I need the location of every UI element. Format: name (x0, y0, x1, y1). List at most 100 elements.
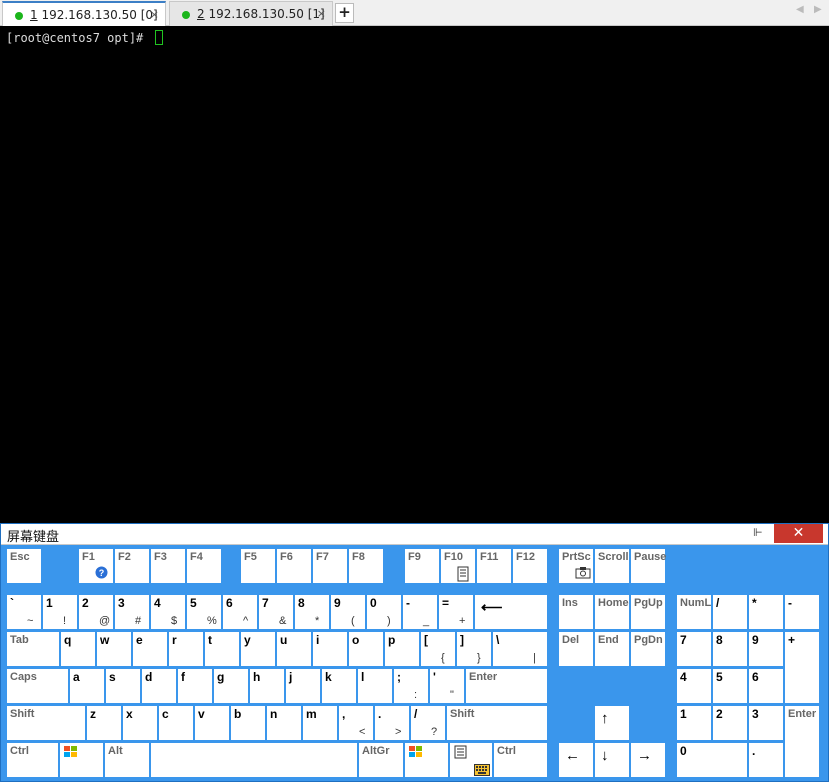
key-f9[interactable]: F9 (405, 549, 439, 583)
key-rwin[interactable] (405, 743, 448, 777)
key-rbracket[interactable]: ]} (457, 632, 491, 666)
key-lwin[interactable] (60, 743, 103, 777)
key-f1[interactable]: F1? (79, 549, 113, 583)
key-backtick[interactable]: ` ~ (7, 595, 41, 629)
key-r[interactable]: r (169, 632, 203, 666)
key-backslash[interactable]: \ | (493, 632, 547, 666)
key-up[interactable]: ↑ (595, 706, 629, 740)
key-i[interactable]: i (313, 632, 347, 666)
terminal-area[interactable]: [root@centos7 opt]# (0, 26, 829, 523)
key-comma[interactable]: , < (339, 706, 373, 740)
key-num3[interactable]: 3 (749, 706, 783, 740)
key-lshift[interactable]: Shift (7, 706, 85, 740)
scroll-left-icon[interactable]: ◀ (796, 4, 804, 15)
key-u[interactable]: u (277, 632, 311, 666)
key-j[interactable]: j (286, 669, 320, 703)
key-t[interactable]: t (205, 632, 239, 666)
tab-session-1[interactable]: 1 192.168.130.50 [0] × (2, 1, 166, 26)
key-numenter[interactable]: Enter (785, 706, 819, 777)
key-lbracket[interactable]: [{ (421, 632, 455, 666)
key-pgdn[interactable]: PgDn (631, 632, 665, 666)
key-d[interactable]: d (142, 669, 176, 703)
key-m[interactable]: m (303, 706, 337, 740)
key-minus[interactable]: - _ (403, 595, 437, 629)
key-s[interactable]: s (106, 669, 140, 703)
new-tab-button[interactable]: + (335, 3, 354, 23)
key-num6[interactable]: 6 (749, 669, 783, 703)
key-w[interactable]: w (97, 632, 131, 666)
key-num4[interactable]: 4 (677, 669, 711, 703)
key-q[interactable]: q (61, 632, 95, 666)
key-v[interactable]: v (195, 706, 229, 740)
scroll-right-icon[interactable]: ▶ (814, 4, 822, 15)
key-del[interactable]: Del (559, 632, 593, 666)
close-icon[interactable]: × (317, 2, 326, 26)
key-z[interactable]: z (87, 706, 121, 740)
key-k4[interactable]: 4 $ (151, 595, 185, 629)
key-k1[interactable]: 1! (43, 595, 77, 629)
key-num5[interactable]: 5 (713, 669, 747, 703)
key-backspace[interactable]: ⟵ (475, 595, 547, 629)
osk-title-bar[interactable]: 屏幕键盘 ⊩ ✕ (1, 524, 828, 545)
pin-icon[interactable]: ⊩ (753, 526, 763, 539)
key-a[interactable]: a (70, 669, 104, 703)
key-f10[interactable]: F10 (441, 549, 475, 583)
key-period[interactable]: . > (375, 706, 409, 740)
key-slash[interactable]: /? (411, 706, 445, 740)
key-scroll[interactable]: Scroll (595, 549, 629, 583)
key-x[interactable]: x (123, 706, 157, 740)
key-space[interactable] (151, 743, 357, 777)
key-k7[interactable]: 7 & (259, 595, 293, 629)
key-e[interactable]: e (133, 632, 167, 666)
key-f5[interactable]: F5 (241, 549, 275, 583)
key-enter[interactable]: Enter (466, 669, 547, 703)
key-lctrl[interactable]: Ctrl (7, 743, 58, 777)
key-left[interactable]: ← (559, 743, 593, 777)
key-lalt[interactable]: Alt (105, 743, 149, 777)
key-h[interactable]: h (250, 669, 284, 703)
key-tab[interactable]: Tab (7, 632, 59, 666)
key-f2[interactable]: F2 (115, 549, 149, 583)
key-num9[interactable]: 9 (749, 632, 783, 666)
key-f4[interactable]: F4 (187, 549, 221, 583)
key-k5[interactable]: 5% (187, 595, 221, 629)
key-k[interactable]: k (322, 669, 356, 703)
key-rshift[interactable]: Shift (447, 706, 547, 740)
key-rctrl[interactable]: Ctrl (494, 743, 547, 777)
key-c[interactable]: c (159, 706, 193, 740)
key-num8[interactable]: 8 (713, 632, 747, 666)
key-f8[interactable]: F8 (349, 549, 383, 583)
key-k0[interactable]: 0) (367, 595, 401, 629)
key-y[interactable]: y (241, 632, 275, 666)
key-altgr[interactable]: AltGr (359, 743, 403, 777)
key-quote[interactable]: ' " (430, 669, 464, 703)
key-equals[interactable]: = + (439, 595, 473, 629)
key-num2[interactable]: 2 (713, 706, 747, 740)
key-home[interactable]: Home (595, 595, 629, 629)
key-semicolon[interactable]: ;: (394, 669, 428, 703)
key-f3[interactable]: F3 (151, 549, 185, 583)
key-numlock[interactable]: NumL (677, 595, 711, 629)
key-right[interactable]: → (631, 743, 665, 777)
key-k2[interactable]: 2 @ (79, 595, 113, 629)
key-num0[interactable]: 0 (677, 743, 747, 777)
key-b[interactable]: b (231, 706, 265, 740)
key-p[interactable]: p (385, 632, 419, 666)
key-num1[interactable]: 1 (677, 706, 711, 740)
key-nummul[interactable]: * (749, 595, 783, 629)
key-num7[interactable]: 7 (677, 632, 711, 666)
key-k3[interactable]: 3 # (115, 595, 149, 629)
key-numadd[interactable]: + (785, 632, 819, 703)
key-k6[interactable]: 6 ^ (223, 595, 257, 629)
key-pause[interactable]: Pause (631, 549, 666, 583)
key-down[interactable]: ↓ (595, 743, 629, 777)
key-n[interactable]: n (267, 706, 301, 740)
key-l[interactable]: l (358, 669, 392, 703)
key-o[interactable]: o (349, 632, 383, 666)
key-f11[interactable]: F11 (477, 549, 511, 583)
key-ins[interactable]: Ins (559, 595, 593, 629)
key-numdot[interactable]: . (749, 743, 783, 777)
key-menu[interactable] (450, 743, 492, 777)
key-k9[interactable]: 9( (331, 595, 365, 629)
key-f[interactable]: f (178, 669, 212, 703)
